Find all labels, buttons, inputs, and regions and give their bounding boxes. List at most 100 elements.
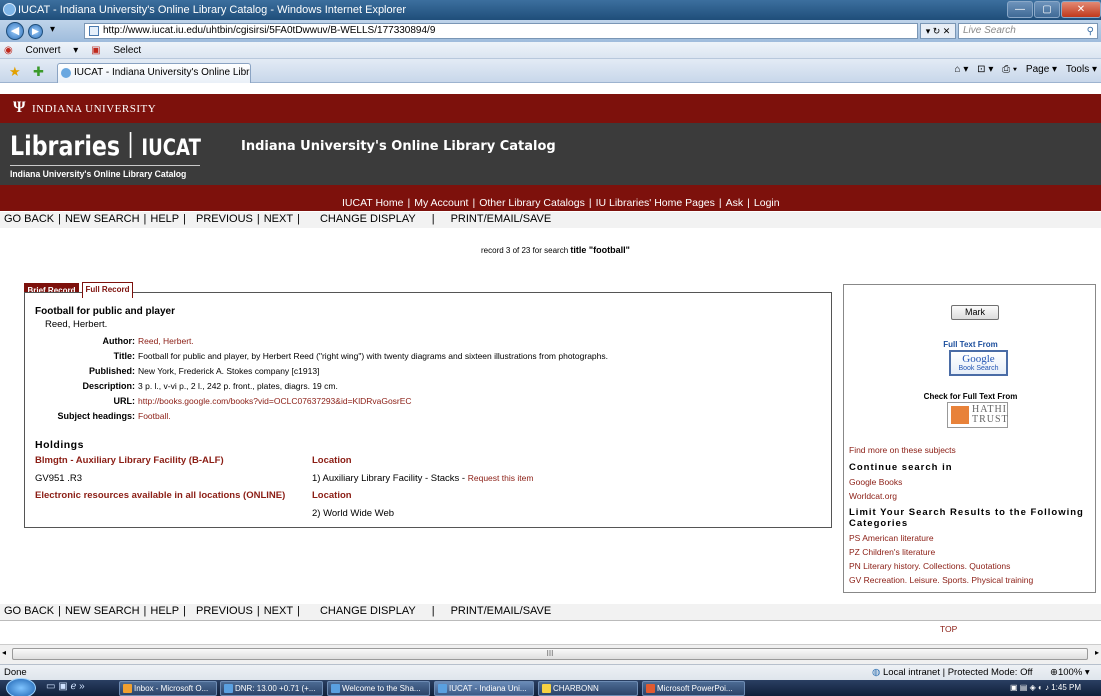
add-favorites-icon[interactable]: ✚ <box>33 64 44 80</box>
select-button[interactable]: ▣ Select <box>91 45 151 56</box>
close-button[interactable]: ✕ <box>1061 1 1101 18</box>
nav-other-catalogs[interactable]: Other Library Catalogs <box>479 197 585 209</box>
more-icon[interactable]: » <box>79 681 85 692</box>
ie-icon <box>331 684 340 693</box>
published-label: Published: <box>88 366 135 376</box>
previous-button[interactable]: PREVIOUS <box>196 213 253 225</box>
footer-bar <box>0 620 1101 642</box>
print-email-save-button[interactable]: PRINT/EMAIL/SAVE <box>451 213 552 225</box>
book-search-text: Book Search <box>958 365 999 372</box>
scroll-right-icon[interactable]: ▸ <box>1095 648 1099 657</box>
feeds-icon[interactable]: ⊡ ▾ <box>977 64 993 75</box>
new-search-button[interactable]: NEW SEARCH <box>65 213 140 225</box>
nav-ask[interactable]: Ask <box>726 197 744 209</box>
taskbar-item[interactable]: CHARBONN <box>538 681 638 696</box>
find-more-subjects-link[interactable]: Find more on these subjects <box>849 445 956 455</box>
browser-tab[interactable]: IUCAT - Indiana University's Online Libr… <box>57 63 251 83</box>
taskbar-item-label: Welcome to the Sha... <box>342 684 421 693</box>
zoom-control[interactable]: ⊕100% ▾ <box>1050 665 1090 680</box>
search-icon[interactable]: ⚲ <box>1087 25 1094 39</box>
nav-my-account[interactable]: My Account <box>414 197 468 209</box>
horizontal-scrollbar[interactable]: ◂ III ▸ <box>0 644 1101 664</box>
logo-divider <box>10 165 200 166</box>
select-icon: ▣ <box>91 45 101 56</box>
help-button[interactable]: HELP <box>150 605 179 617</box>
clock[interactable]: 1:45 PM <box>1051 683 1081 692</box>
taskbar-item[interactable]: Microsoft PowerPoi... <box>642 681 745 696</box>
taskbar-item[interactable]: Inbox - Microsoft O... <box>119 681 217 696</box>
previous-button[interactable]: PREVIOUS <box>196 605 253 617</box>
top-link[interactable]: TOP <box>940 624 957 634</box>
print-icon[interactable]: ⎙ ▾ <box>1002 64 1017 75</box>
taskbar-item[interactable]: Welcome to the Sha... <box>327 681 430 696</box>
scroll-left-icon[interactable]: ◂ <box>2 648 6 657</box>
nav-login[interactable]: Login <box>754 197 780 209</box>
change-display-button[interactable]: CHANGE DISPLAY <box>320 213 416 225</box>
tab-full-record[interactable]: Full Record <box>82 282 133 298</box>
url-input[interactable]: http://www.iucat.iu.edu/uhtbin/cgisirsi/… <box>84 23 918 39</box>
outlook-icon <box>123 684 132 693</box>
description-value: 3 p. l., v-vi p., 2 l., 242 p. front., p… <box>138 381 338 391</box>
show-desktop-icon[interactable]: ▭ <box>46 681 55 692</box>
help-button[interactable]: HELP <box>150 213 179 225</box>
favorites-star-icon[interactable]: ★ <box>9 64 21 80</box>
holding-location-2: 2) World Wide Web <box>312 508 395 519</box>
google-book-search-button[interactable]: Google Book Search <box>949 350 1008 376</box>
window-controls: — ▢ ✕ <box>1006 1 1101 18</box>
home-icon[interactable]: ⌂ ▾ <box>955 64 969 75</box>
page-menu[interactable]: Page ▾ <box>1026 64 1057 75</box>
ie-quicklaunch-icon[interactable]: ℯ <box>70 681 76 692</box>
print-email-save-button[interactable]: PRINT/EMAIL/SAVE <box>451 605 552 617</box>
category-link[interactable]: GV Recreation. Leisure. Sports. Physical… <box>849 575 1033 585</box>
category-link[interactable]: PN Literary history. Collections. Quotat… <box>849 561 1010 571</box>
category-link[interactable]: PZ Children's literature <box>849 547 935 557</box>
iu-logo[interactable]: Ψ INDIANA UNIVERSITY <box>13 99 156 117</box>
scrollbar-thumb[interactable]: III <box>12 648 1088 660</box>
request-item-link[interactable]: Request this item <box>468 473 534 483</box>
go-back-button[interactable]: GO BACK <box>4 213 54 225</box>
nav-iucat-home[interactable]: IUCAT Home <box>342 197 403 209</box>
convert-button[interactable]: ◉ Convert ▾ <box>4 45 78 56</box>
libraries-logo[interactable]: Libraries IUCAT <box>10 131 201 162</box>
title-value: Football for public and player, by Herbe… <box>138 351 608 361</box>
change-display-button[interactable]: CHANGE DISPLAY <box>320 605 416 617</box>
command-bar: ⌂ ▾ ⊡ ▾ ⎙ ▾ Page ▾ Tools ▾ <box>949 64 1097 75</box>
next-button[interactable]: NEXT <box>264 605 293 617</box>
url-link[interactable]: http://books.google.com/books?vid=OCLC07… <box>138 396 412 406</box>
google-books-link[interactable]: Google Books <box>849 477 902 487</box>
maximize-button[interactable]: ▢ <box>1034 1 1060 18</box>
description-label: Description: <box>82 381 135 391</box>
hathitrust-button[interactable]: HATHI TRUST <box>947 402 1008 428</box>
field-author: Author: Reed, Herbert. <box>25 336 825 346</box>
tab-bar: ★ ✚ IUCAT - Indiana University's Online … <box>0 59 1101 83</box>
forward-icon[interactable]: ▶ <box>28 24 43 39</box>
author-link[interactable]: Reed, Herbert. <box>138 336 194 346</box>
category-link[interactable]: PS American literature <box>849 533 934 543</box>
back-icon[interactable]: ◀ <box>6 22 24 40</box>
catalog-title: Indiana University's Online Library Cata… <box>241 139 556 154</box>
switch-windows-icon[interactable]: ▣ <box>58 681 67 692</box>
worldcat-link[interactable]: Worldcat.org <box>849 491 897 501</box>
start-button[interactable] <box>6 678 36 696</box>
go-back-button[interactable]: GO BACK <box>4 605 54 617</box>
taskbar-item-active[interactable]: IUCAT - Indiana Uni... <box>434 681 534 696</box>
live-search-input[interactable]: Live Search ⚲ <box>958 23 1098 39</box>
field-url: URL: http://books.google.com/books?vid=OC… <box>25 396 825 406</box>
tools-menu[interactable]: Tools ▾ <box>1066 64 1097 75</box>
taskbar-item[interactable]: DNR: 13.00 +0.71 (+... <box>220 681 323 696</box>
subject-link[interactable]: Football. <box>138 411 171 421</box>
nav-home-pages[interactable]: IU Libraries' Home Pages <box>596 197 715 209</box>
security-zone[interactable]: ◍ Local intranet | Protected Mode: Off <box>872 665 1033 680</box>
field-description: Description: 3 p. l., v-vi p., 2 l., 242 … <box>25 381 825 391</box>
new-search-button[interactable]: NEW SEARCH <box>65 605 140 617</box>
published-value: New York, Frederick A. Stokes company [c… <box>138 366 320 376</box>
recent-pages-icon[interactable]: ▾ <box>50 24 55 35</box>
google-logo-text: Google <box>962 353 995 365</box>
top-nav-links: IUCAT Home | My Account | Other Library Cata… <box>342 197 780 209</box>
title-label: Title: <box>113 351 135 361</box>
mark-button[interactable]: Mark <box>951 305 999 320</box>
minimize-button[interactable]: — <box>1007 1 1033 18</box>
next-button[interactable]: NEXT <box>264 213 293 225</box>
refresh-stop-controls[interactable]: ▾ ↻ ✕ <box>920 23 956 39</box>
tray-icons[interactable]: ▣ ▤ ◈ ◐ ♪ <box>1010 683 1051 692</box>
